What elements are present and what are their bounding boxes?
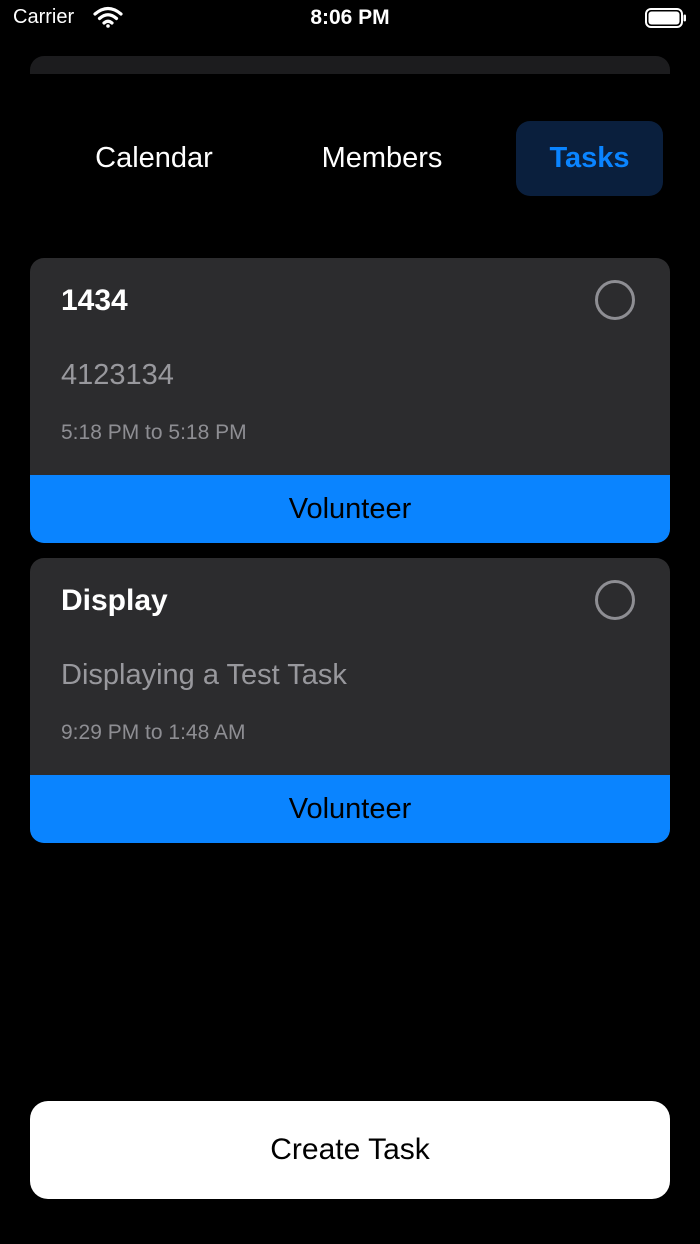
tab-members[interactable]: Members — [296, 121, 468, 196]
tab-tasks[interactable]: Tasks — [516, 121, 663, 196]
task-time-range: 9:29 PM to 1:48 AM — [61, 721, 246, 744]
volunteer-button[interactable]: Volunteer — [30, 775, 670, 843]
task-complete-checkbox[interactable] — [595, 580, 635, 620]
task-description: Displaying a Test Task — [61, 659, 347, 691]
status-bar: Carrier 8:06 PM — [0, 0, 700, 38]
task-description: 4123134 — [61, 359, 174, 391]
task-complete-checkbox[interactable] — [595, 280, 635, 320]
tab-calendar[interactable]: Calendar — [72, 121, 236, 196]
battery-icon — [645, 8, 686, 28]
status-time: 8:06 PM — [310, 6, 390, 29]
task-title: 1434 — [61, 284, 128, 317]
sheet-edge — [30, 56, 670, 74]
task-title: Display — [61, 584, 168, 617]
task-card: 1434 4123134 5:18 PM to 5:18 PM Voluntee… — [30, 258, 670, 543]
tab-bar: Calendar Members Tasks — [0, 121, 700, 196]
create-task-button[interactable]: Create Task — [30, 1101, 670, 1199]
volunteer-button[interactable]: Volunteer — [30, 475, 670, 543]
task-card: Display Displaying a Test Task 9:29 PM t… — [30, 558, 670, 843]
task-time-range: 5:18 PM to 5:18 PM — [61, 421, 247, 444]
